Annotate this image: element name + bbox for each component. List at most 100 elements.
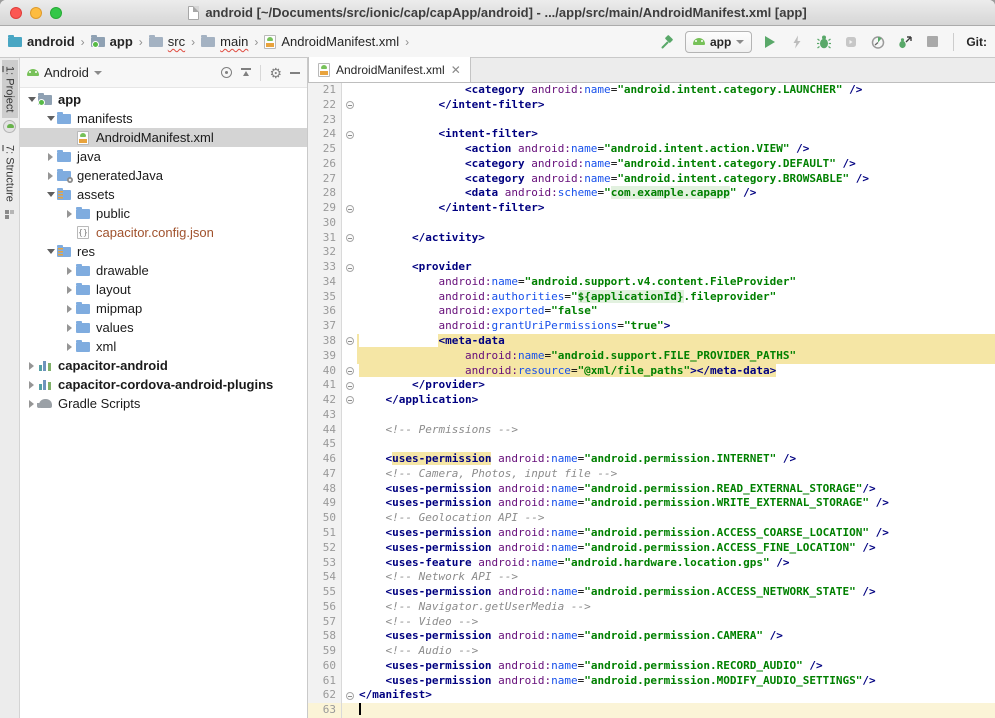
tree-item-app[interactable]: app	[20, 90, 307, 109]
tree-closed-arrow-icon[interactable]	[64, 267, 75, 275]
code-line-45[interactable]: 45	[308, 437, 995, 452]
tree-open-arrow-icon[interactable]	[45, 116, 56, 121]
run-button[interactable]	[761, 33, 779, 51]
breadcrumb-item-main[interactable]: main	[201, 34, 248, 49]
breadcrumb-item-androidmanifest-xml[interactable]: AndroidManifest.xml	[264, 34, 399, 49]
fold-region-icon[interactable]	[346, 337, 354, 345]
code-line-61[interactable]: 61 <uses-permission android:name="androi…	[308, 674, 995, 689]
locate-target-icon[interactable]	[221, 67, 232, 78]
code-line-54[interactable]: 54 <!-- Network API -->	[308, 570, 995, 585]
code-line-55[interactable]: 55 <uses-permission android:name="androi…	[308, 585, 995, 600]
tree-item-manifests[interactable]: manifests	[20, 109, 307, 128]
code-line-47[interactable]: 47 <!-- Camera, Photos, input file -->	[308, 467, 995, 482]
code-line-24[interactable]: 24 <intent-filter>	[308, 127, 995, 142]
code-line-38[interactable]: 38 <meta-data	[308, 334, 995, 349]
tree-closed-arrow-icon[interactable]	[64, 210, 75, 218]
code-line-49[interactable]: 49 <uses-permission android:name="androi…	[308, 496, 995, 511]
code-line-58[interactable]: 58 <uses-permission android:name="androi…	[308, 629, 995, 644]
code-line-63[interactable]: 63	[308, 703, 995, 718]
fold-region-icon[interactable]	[346, 396, 354, 404]
code-line-31[interactable]: 31 </activity>	[308, 231, 995, 246]
tree-closed-arrow-icon[interactable]	[26, 362, 37, 370]
code-line-48[interactable]: 48 <uses-permission android:name="androi…	[308, 482, 995, 497]
close-tab-icon[interactable]: ✕	[451, 64, 461, 76]
code-line-42[interactable]: 42 </application>	[308, 393, 995, 408]
fold-region-icon[interactable]	[346, 692, 354, 700]
code-line-39[interactable]: 39 android:name="android.support.FILE_PR…	[308, 349, 995, 364]
fold-region-icon[interactable]	[346, 264, 354, 272]
code-line-50[interactable]: 50 <!-- Geolocation API -->	[308, 511, 995, 526]
tool-window-button-structure[interactable]: 7: Structure	[2, 139, 18, 208]
breadcrumb-item-app[interactable]: app	[91, 34, 133, 49]
tree-item-androidmanifest-xml[interactable]: AndroidManifest.xml	[20, 128, 307, 147]
fold-region-icon[interactable]	[346, 367, 354, 375]
editor-tab-androidmanifest[interactable]: AndroidManifest.xml ✕	[308, 57, 471, 82]
fold-region-icon[interactable]	[346, 205, 354, 213]
fold-region-icon[interactable]	[346, 131, 354, 139]
tree-closed-arrow-icon[interactable]	[26, 381, 37, 389]
stop-icon[interactable]	[923, 33, 941, 51]
close-window-button[interactable]	[10, 7, 22, 19]
code-line-37[interactable]: 37 android:grantUriPermissions="true">	[308, 319, 995, 334]
zoom-window-button[interactable]	[50, 7, 62, 19]
code-line-22[interactable]: 22 </intent-filter>	[308, 98, 995, 113]
tree-closed-arrow-icon[interactable]	[64, 324, 75, 332]
tree-closed-arrow-icon[interactable]	[64, 305, 75, 313]
code-editor[interactable]: 21 <category android:name="android.inten…	[308, 83, 995, 718]
code-line-35[interactable]: 35 android:authorities="${applicationId}…	[308, 290, 995, 305]
code-line-27[interactable]: 27 <category android:name="android.inten…	[308, 172, 995, 187]
code-line-25[interactable]: 25 <action android:name="android.intent.…	[308, 142, 995, 157]
tree-item-java[interactable]: java	[20, 147, 307, 166]
apply-changes-icon[interactable]	[788, 33, 806, 51]
breadcrumb-item-android[interactable]: android	[8, 34, 75, 49]
tree-item-capacitor-android[interactable]: capacitor-android	[20, 356, 307, 375]
tree-item-capacitor-cordova-android-plugins[interactable]: capacitor-cordova-android-plugins	[20, 375, 307, 394]
code-line-52[interactable]: 52 <uses-permission android:name="androi…	[308, 541, 995, 556]
code-line-53[interactable]: 53 <uses-feature android:name="android.h…	[308, 556, 995, 571]
collapse-all-icon[interactable]	[240, 67, 252, 78]
code-line-59[interactable]: 59 <!-- Audio -->	[308, 644, 995, 659]
code-line-40[interactable]: 40 android:resource="@xml/file_paths"></…	[308, 364, 995, 379]
project-view-selector[interactable]: Android	[27, 65, 216, 80]
code-line-28[interactable]: 28 <data android:scheme="com.example.cap…	[308, 186, 995, 201]
attach-debugger-icon[interactable]	[896, 33, 914, 51]
code-line-29[interactable]: 29 </intent-filter>	[308, 201, 995, 216]
code-line-36[interactable]: 36 android:exported="false"	[308, 304, 995, 319]
code-line-34[interactable]: 34 android:name="android.support.v4.cont…	[308, 275, 995, 290]
tree-item-drawable[interactable]: drawable	[20, 261, 307, 280]
code-line-32[interactable]: 32	[308, 245, 995, 260]
code-line-56[interactable]: 56 <!-- Navigator.getUserMedia -->	[308, 600, 995, 615]
tree-item-gradle-scripts[interactable]: Gradle Scripts	[20, 394, 307, 413]
apply-code-changes-icon[interactable]	[842, 33, 860, 51]
fold-region-icon[interactable]	[346, 234, 354, 242]
build-hammer-icon[interactable]	[658, 33, 676, 51]
hide-panel-icon[interactable]	[290, 72, 300, 74]
tree-item-public[interactable]: public	[20, 204, 307, 223]
code-line-60[interactable]: 60 <uses-permission android:name="androi…	[308, 659, 995, 674]
tree-closed-arrow-icon[interactable]	[45, 172, 56, 180]
code-line-21[interactable]: 21 <category android:name="android.inten…	[308, 83, 995, 98]
tree-item-res[interactable]: res	[20, 242, 307, 261]
tree-closed-arrow-icon[interactable]	[64, 286, 75, 294]
tree-open-arrow-icon[interactable]	[45, 249, 56, 254]
tree-item-assets[interactable]: assets	[20, 185, 307, 204]
debug-button[interactable]	[815, 33, 833, 51]
code-line-46[interactable]: 46 <uses-permission android:name="androi…	[308, 452, 995, 467]
minimize-window-button[interactable]	[30, 7, 42, 19]
tree-closed-arrow-icon[interactable]	[45, 153, 56, 161]
tree-open-arrow-icon[interactable]	[26, 97, 37, 102]
code-line-57[interactable]: 57 <!-- Video -->	[308, 615, 995, 630]
code-line-51[interactable]: 51 <uses-permission android:name="androi…	[308, 526, 995, 541]
code-line-23[interactable]: 23	[308, 113, 995, 128]
tree-item-xml[interactable]: xml	[20, 337, 307, 356]
tree-item-mipmap[interactable]: mipmap	[20, 299, 307, 318]
code-line-41[interactable]: 41 </provider>	[308, 378, 995, 393]
tree-item-capacitor-config-json[interactable]: {}capacitor.config.json	[20, 223, 307, 242]
tree-item-values[interactable]: values	[20, 318, 307, 337]
tree-item-generatedjava[interactable]: generatedJava	[20, 166, 307, 185]
settings-gear-icon[interactable]: ⚙	[269, 66, 282, 80]
breadcrumb-item-src[interactable]: src	[149, 34, 185, 49]
tool-window-button-project[interactable]: 1: Project	[2, 60, 18, 118]
code-line-62[interactable]: 62</manifest>	[308, 688, 995, 703]
tree-closed-arrow-icon[interactable]	[26, 400, 37, 408]
